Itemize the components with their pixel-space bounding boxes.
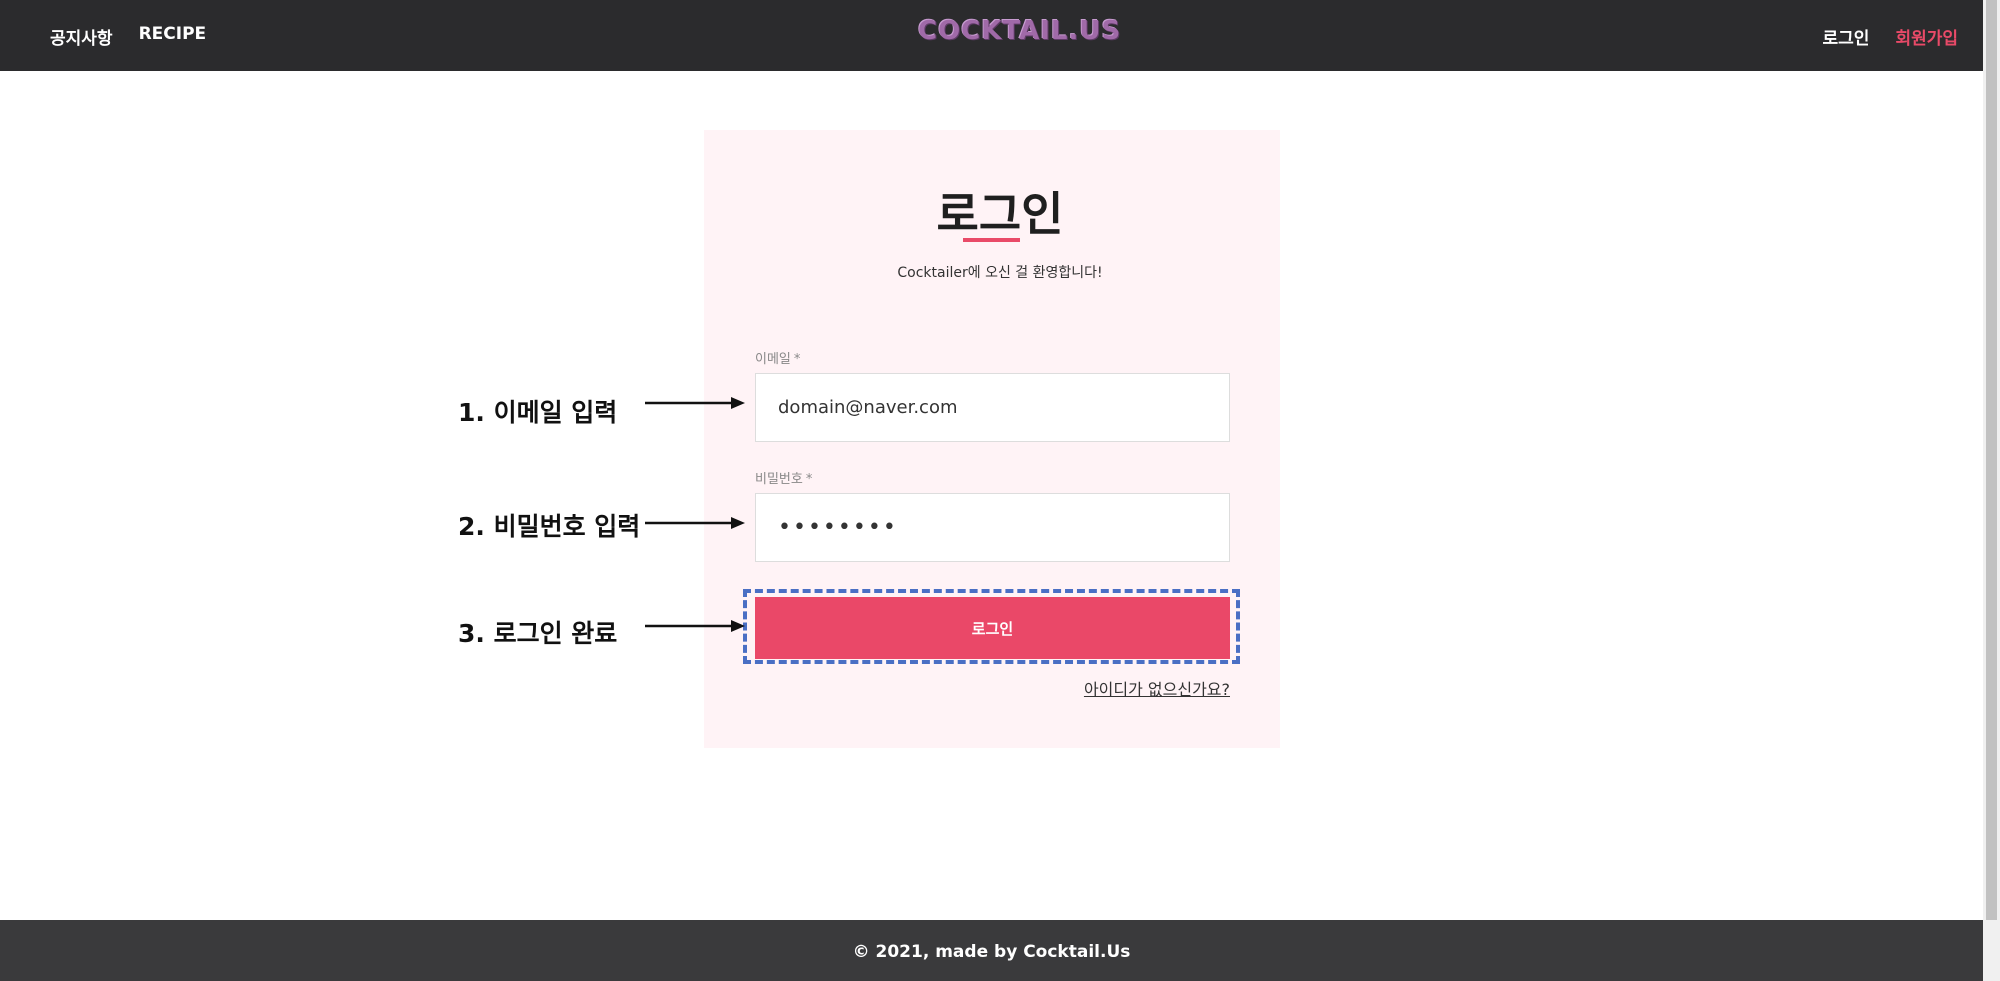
email-label-text: 이메일	[755, 352, 791, 367]
annotation-step-1: 1. 이메일 입력	[458, 398, 618, 427]
signup-link[interactable]: 아이디가 없으신가요?	[1084, 676, 1230, 700]
site-logo[interactable]: COCKTAIL.US	[918, 16, 1121, 46]
top-nav-bar: 공지사항 RECIPE COCKTAIL.US 로그인 회원가입	[0, 0, 1983, 71]
title-underline	[963, 238, 1020, 242]
arrow-icon	[645, 397, 745, 409]
highlight-box	[743, 589, 1240, 664]
arrow-icon	[645, 517, 745, 529]
nav-link-signup[interactable]: 회원가입	[1895, 24, 1958, 49]
required-marker: *	[805, 472, 813, 487]
password-field[interactable]	[755, 493, 1230, 562]
scrollbar-thumb[interactable]	[1986, 0, 1997, 920]
email-label: 이메일 *	[755, 348, 800, 367]
email-field[interactable]	[755, 373, 1230, 442]
annotation-step-2: 2. 비밀번호 입력	[458, 512, 641, 541]
vertical-scrollbar[interactable]	[1983, 0, 2000, 981]
page-title: 로그인	[936, 187, 1064, 241]
footer: © 2021, made by Cocktail.Us	[0, 920, 1983, 981]
arrow-icon	[645, 620, 745, 632]
annotation-step-3: 3. 로그인 완료	[458, 619, 618, 648]
nav-link-notice[interactable]: 공지사항	[50, 24, 113, 49]
welcome-subtitle: Cocktailer에 오신 걸 환영합니다!	[897, 265, 1103, 281]
password-label-text: 비밀번호	[755, 472, 803, 487]
nav-link-recipe[interactable]: RECIPE	[139, 24, 207, 49]
nav-left: 공지사항 RECIPE	[50, 24, 206, 49]
password-label: 비밀번호 *	[755, 468, 812, 487]
required-marker: *	[793, 352, 801, 367]
nav-right: 로그인 회원가입	[1823, 24, 1958, 49]
footer-copyright: © 2021, made by Cocktail.Us	[852, 942, 1131, 962]
nav-link-login[interactable]: 로그인	[1823, 24, 1870, 49]
